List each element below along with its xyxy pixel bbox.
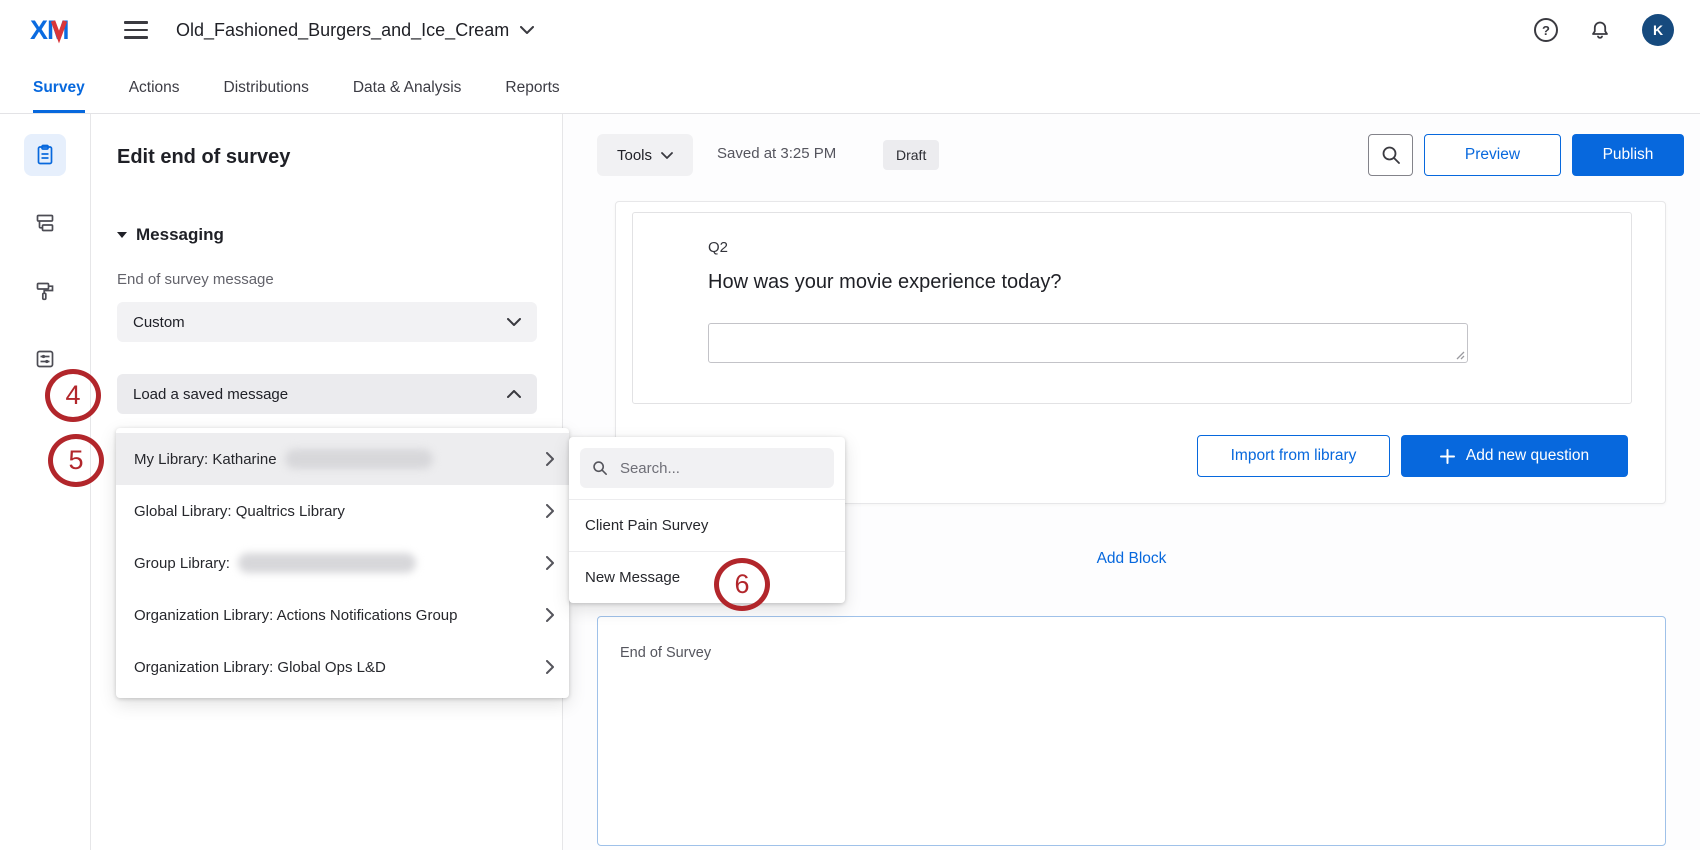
add-new-question-button[interactable]: Add new question [1401, 435, 1628, 477]
tab-distributions[interactable]: Distributions [224, 79, 309, 113]
message-search-input[interactable] [618, 459, 822, 478]
submenu-search-box [580, 448, 834, 488]
edit-end-of-survey-panel: Edit end of survey Messaging End of surv… [91, 114, 563, 850]
help-icon[interactable]: ? [1534, 18, 1558, 42]
message-submenu: Client Pain Survey New Message [569, 437, 845, 603]
preview-button[interactable]: Preview [1424, 134, 1561, 176]
messaging-section-label: Messaging [136, 225, 224, 245]
library-dropdown-menu: My Library: Katharine Global Library: Qu… [116, 428, 569, 698]
end-of-survey-label: End of Survey [620, 645, 711, 661]
chevron-right-icon [546, 660, 554, 674]
resize-handle-icon[interactable] [1454, 349, 1465, 360]
xm-logo: XM [30, 13, 84, 47]
chevron-right-icon [546, 608, 554, 622]
submenu-item-client-pain-survey[interactable]: Client Pain Survey [569, 499, 845, 551]
search-icon [592, 459, 608, 477]
tab-data-analysis[interactable]: Data & Analysis [353, 79, 462, 113]
menu-item-global-library[interactable]: Global Library: Qualtrics Library [116, 485, 569, 537]
chevron-right-icon [546, 452, 554, 466]
message-type-value: Custom [133, 314, 185, 331]
look-and-feel-icon[interactable] [24, 270, 66, 312]
end-of-survey-message-label: End of survey message [117, 271, 536, 288]
tab-survey[interactable]: Survey [33, 79, 85, 113]
load-saved-message-label: Load a saved message [133, 386, 288, 403]
user-avatar[interactable]: K [1642, 14, 1674, 46]
annotation-circle-5: 5 [48, 434, 104, 487]
load-saved-message-select[interactable]: Load a saved message [117, 374, 537, 414]
menu-item-my-library[interactable]: My Library: Katharine [116, 433, 569, 485]
import-from-library-button[interactable]: Import from library [1197, 435, 1390, 477]
main-nav: Survey Actions Distributions Data & Anal… [0, 60, 1700, 114]
chevron-down-icon [520, 26, 534, 34]
end-of-survey-block[interactable]: End of Survey [597, 616, 1666, 846]
hamburger-menu-icon[interactable] [124, 21, 148, 39]
survey-builder-icon[interactable] [24, 134, 66, 176]
qualtrics-survey-editor: XM Old_Fashioned_Burgers_and_Ice_Cream ? [0, 0, 1700, 850]
question-text-entry-input[interactable] [708, 323, 1468, 363]
menu-item-org-library-global-ops[interactable]: Organization Library: Global Ops L&D [116, 641, 569, 693]
chevron-up-icon [507, 390, 521, 398]
plus-icon [1440, 449, 1455, 464]
chevron-right-icon [546, 556, 554, 570]
canvas-search-button[interactable] [1368, 134, 1413, 176]
redacted-text [238, 553, 416, 573]
tab-actions[interactable]: Actions [129, 79, 180, 113]
top-header: XM Old_Fashioned_Burgers_and_Ice_Cream ? [0, 0, 1700, 60]
panel-title: Edit end of survey [117, 146, 536, 169]
saved-status: Saved at 3:25 PM [717, 145, 836, 162]
chevron-down-icon [661, 152, 673, 159]
question-id: Q2 [708, 239, 728, 256]
search-icon [1381, 145, 1401, 165]
menu-item-org-library-actions[interactable]: Organization Library: Actions Notificati… [116, 589, 569, 641]
caret-down-icon [117, 232, 127, 238]
message-type-select[interactable]: Custom [117, 302, 537, 342]
survey-flow-icon[interactable] [24, 202, 66, 244]
survey-title-dropdown[interactable]: Old_Fashioned_Burgers_and_Ice_Cream [176, 20, 534, 41]
header-actions: ? K [1534, 14, 1674, 46]
question-text[interactable]: How was your movie experience today? [708, 271, 1062, 294]
draft-badge: Draft [883, 140, 939, 170]
annotation-circle-4: 4 [45, 369, 101, 422]
messaging-section-toggle[interactable]: Messaging [117, 225, 536, 245]
chevron-down-icon [507, 318, 521, 326]
redacted-text [285, 449, 433, 469]
publish-button[interactable]: Publish [1572, 134, 1684, 176]
chevron-right-icon [546, 504, 554, 518]
question-card[interactable]: Q2 How was your movie experience today? [632, 212, 1632, 404]
submenu-item-new-message[interactable]: New Message [569, 551, 845, 603]
notifications-bell-icon[interactable] [1588, 18, 1612, 42]
survey-title: Old_Fashioned_Burgers_and_Ice_Cream [176, 20, 509, 41]
tab-reports[interactable]: Reports [505, 79, 559, 113]
annotation-circle-6: 6 [714, 558, 770, 611]
menu-item-group-library[interactable]: Group Library: [116, 537, 569, 589]
tools-dropdown[interactable]: Tools [597, 134, 693, 176]
